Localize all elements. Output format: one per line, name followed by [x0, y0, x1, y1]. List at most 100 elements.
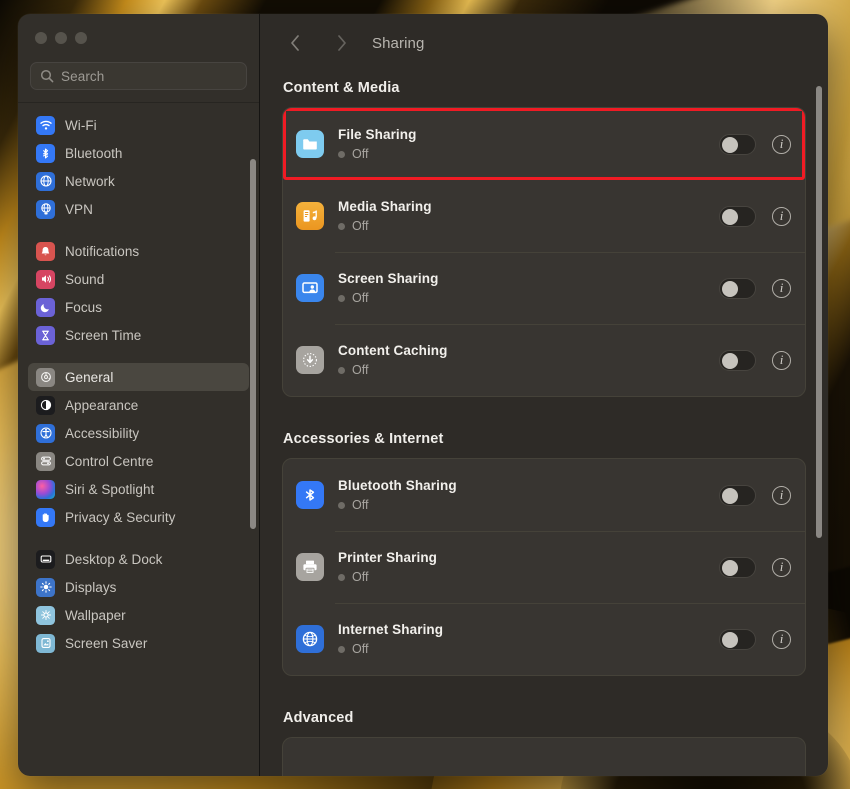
sidebar-item-label: Network [65, 173, 115, 189]
toggle-screen-sharing[interactable] [719, 277, 756, 299]
info-button-file-sharing[interactable]: i [772, 134, 791, 154]
table-row[interactable]: Media Sharing Off i [283, 180, 805, 252]
table-row[interactable]: Bluetooth Sharing Off i [283, 459, 805, 531]
section-card-advanced [282, 737, 806, 776]
status-text: Off [352, 291, 369, 305]
media-note-icon [296, 202, 324, 230]
gear-icon [36, 367, 55, 387]
sidebar-item-label: Displays [65, 579, 117, 595]
sidebar-item-notifications[interactable]: Notifications [28, 237, 249, 265]
toggle-knob [722, 352, 738, 369]
hand-icon [36, 507, 55, 527]
close-button[interactable] [35, 32, 47, 44]
brightness-icon [36, 577, 55, 597]
sidebar-item-label: Appearance [65, 397, 139, 413]
row-text: Printer Sharing Off [338, 550, 719, 584]
sidebar-item-label: Notifications [65, 243, 140, 259]
settings-scroll-area: Content & Media File Sharing Off i Media… [260, 72, 828, 776]
sidebar-scrollbar[interactable] [250, 159, 256, 529]
bluetooth-icon [296, 481, 324, 509]
table-row[interactable]: Internet Sharing Off i [283, 603, 805, 675]
sidebar-item-focus[interactable]: Focus [28, 293, 249, 321]
folder-icon [296, 130, 324, 158]
toggle-knob [722, 631, 738, 648]
sidebar-item-vpn[interactable]: VPN [28, 195, 249, 223]
toggle-bluetooth-sharing[interactable] [719, 484, 756, 506]
zoom-button[interactable] [75, 32, 87, 44]
sidebar-item-wi-fi[interactable]: Wi-Fi [28, 111, 249, 139]
sidebar-item-screen-time[interactable]: Screen Time [28, 321, 249, 349]
section-card-accessories-internet: Bluetooth Sharing Off i Printer Sharing … [282, 458, 806, 676]
status-dot [338, 366, 345, 374]
toggle-internet-sharing[interactable] [719, 628, 756, 650]
table-row[interactable]: File Sharing Off i [283, 108, 805, 180]
row-title: Internet Sharing [338, 622, 444, 637]
sidebar-item-bluetooth[interactable]: Bluetooth [28, 139, 249, 167]
sidebar-item-label: Bluetooth [65, 145, 123, 161]
status-dot [338, 573, 345, 581]
info-button-internet-sharing[interactable]: i [772, 629, 791, 649]
moon-icon [36, 297, 55, 317]
sidebar-item-control-centre[interactable]: Control Centre [28, 447, 249, 475]
sidebar-item-accessibility[interactable]: Accessibility [28, 419, 249, 447]
control-centre-icon [36, 451, 55, 471]
sidebar-item-desktop-dock[interactable]: Desktop & Dock [28, 545, 249, 573]
page-title: Sharing [372, 34, 425, 52]
vpn-icon [36, 199, 55, 219]
screen-person-icon [296, 274, 324, 302]
back-button[interactable] [280, 28, 310, 58]
toggle-media-sharing[interactable] [719, 205, 756, 227]
toggle-content-caching[interactable] [719, 349, 756, 371]
row-status: Off [338, 642, 719, 656]
sidebar-item-sound[interactable]: Sound [28, 265, 249, 293]
status-text: Off [352, 219, 369, 233]
sidebar-item-screen-saver[interactable]: Screen Saver [28, 629, 249, 657]
sidebar-item-label: Privacy & Security [65, 509, 176, 525]
sidebar-item-label: Focus [65, 299, 103, 315]
search-input[interactable]: Search [30, 62, 247, 90]
forward-button[interactable] [326, 28, 356, 58]
row-text: Content Caching Off [338, 343, 719, 377]
search-placeholder: Search [61, 68, 105, 84]
status-dot [338, 222, 345, 230]
sidebar-item-wallpaper[interactable]: Wallpaper [28, 601, 249, 629]
sidebar-item-network[interactable]: Network [28, 167, 249, 195]
table-row[interactable]: Printer Sharing Off i [283, 531, 805, 603]
speaker-icon [36, 269, 55, 289]
sidebar-item-general[interactable]: General [28, 363, 249, 391]
toolbar: Sharing [260, 14, 828, 72]
status-text: Off [352, 147, 369, 161]
table-row[interactable]: Content Caching Off i [283, 324, 805, 396]
desktop-background: Search Wi-Fi Bluetooth Network VPN Notif… [0, 0, 850, 789]
sidebar-item-label: Siri & Spotlight [65, 481, 155, 497]
info-button-printer-sharing[interactable]: i [772, 557, 791, 577]
desktop-dock-icon [36, 549, 55, 569]
sidebar-item-privacy-security[interactable]: Privacy & Security [28, 503, 249, 531]
row-status: Off [338, 147, 719, 161]
info-button-screen-sharing[interactable]: i [772, 278, 791, 298]
toggle-printer-sharing[interactable] [719, 556, 756, 578]
system-settings-window: Search Wi-Fi Bluetooth Network VPN Notif… [18, 14, 828, 776]
minimize-button[interactable] [55, 32, 67, 44]
sidebar-item-label: Wallpaper [65, 607, 126, 623]
sidebar-item-label: Sound [65, 271, 105, 287]
table-row[interactable]: Screen Sharing Off i [283, 252, 805, 324]
sidebar-item-appearance[interactable]: Appearance [28, 391, 249, 419]
sidebar-item-siri-spotlight[interactable]: Siri & Spotlight [28, 475, 249, 503]
info-button-bluetooth-sharing[interactable]: i [772, 485, 791, 505]
toggle-file-sharing[interactable] [719, 133, 756, 155]
row-title: Screen Sharing [338, 271, 439, 286]
toggle-knob [722, 487, 738, 504]
sidebar-group-alerts: Notifications Sound Focus Screen Time [28, 237, 249, 349]
chevron-left-icon [289, 34, 302, 52]
printer-icon [296, 553, 324, 581]
toggle-knob [722, 136, 738, 153]
row-title: Printer Sharing [338, 550, 438, 565]
sidebar-item-label: Control Centre [65, 453, 154, 469]
info-button-content-caching[interactable]: i [772, 350, 791, 370]
info-button-media-sharing[interactable]: i [772, 206, 791, 226]
sidebar-item-displays[interactable]: Displays [28, 573, 249, 601]
row-text: Screen Sharing Off [338, 271, 719, 305]
section-heading-accessories-internet: Accessories & Internet [283, 431, 444, 447]
content-scrollbar[interactable] [816, 86, 822, 538]
